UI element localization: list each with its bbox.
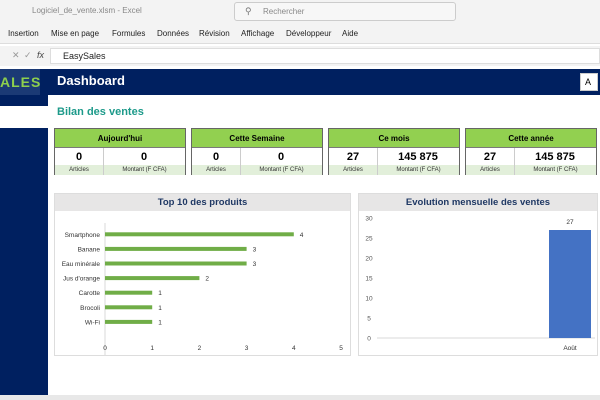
- sidebar: [0, 95, 48, 395]
- card-articles: 27: [483, 151, 497, 163]
- search-box[interactable]: ⚲ Rechercher: [234, 2, 456, 21]
- x-tick-label: 3: [245, 345, 249, 352]
- card-montant: 0: [140, 151, 148, 163]
- monthly-sales-plot: 0 5 10 15 20 25 30 27 Août: [365, 216, 595, 352]
- tab-affichage[interactable]: Affichage: [241, 29, 274, 38]
- card-articles: 27: [346, 151, 360, 163]
- tab-formules[interactable]: Formules: [112, 29, 145, 38]
- bar: [105, 261, 247, 266]
- top-products-plot: Smartphone 4 Banane 3 Eau minérale 3 Jus d'ora…: [62, 223, 343, 355]
- card-montant-label: Montant (F CFA): [241, 165, 322, 175]
- tab-mise-en-page[interactable]: Mise en page: [51, 29, 99, 38]
- formula-input[interactable]: EasySales: [50, 48, 600, 64]
- y-tick-label: 20: [365, 256, 373, 263]
- y-tick-label: 15: [365, 276, 373, 283]
- data-label: 1: [158, 290, 162, 297]
- bar: [549, 230, 591, 338]
- card-articles-label: Articles: [329, 165, 377, 175]
- category-label: Carotte: [79, 290, 101, 297]
- top-products-chart: Top 10 des produits Smartphone 4 Banane 3 Ea…: [54, 193, 351, 356]
- data-label: 3: [253, 246, 257, 253]
- status-bar: [0, 395, 600, 400]
- ribbon-tabs: Insertion Mise en page Formules Données …: [0, 24, 600, 44]
- bar: [105, 276, 200, 281]
- data-label: 27: [566, 219, 574, 226]
- category-label: Jus d'orange: [63, 276, 100, 283]
- card-montant: 145 875: [535, 151, 575, 163]
- chart-title: Evolution mensuelle des ventes: [359, 194, 597, 211]
- y-tick-label: 25: [365, 236, 373, 243]
- bar: [105, 246, 247, 251]
- chart-title: Top 10 des produits: [55, 194, 350, 211]
- category-label: Eau minérale: [62, 261, 101, 268]
- tab-insertion[interactable]: Insertion: [8, 29, 39, 38]
- x-tick-label: 4: [292, 345, 296, 352]
- search-icon: ⚲: [245, 6, 252, 16]
- y-tick-label: 0: [367, 336, 371, 343]
- card-montant-label: Montant (F CFA): [378, 165, 459, 175]
- section-title: Bilan des ventes: [57, 106, 144, 118]
- header-button[interactable]: A: [580, 73, 598, 91]
- window-title: Logiciel_de_vente.xlsm - Excel: [32, 6, 142, 15]
- x-tick-label: 5: [339, 345, 343, 352]
- tab-aide[interactable]: Aide: [342, 29, 358, 38]
- card-today: Aujourd'hui 0 0 Articles Montant (F CFA): [54, 128, 186, 175]
- y-tick-label: 30: [365, 216, 373, 223]
- card-montant: 0: [277, 151, 285, 163]
- monthly-sales-chart: Evolution mensuelle des ventes 0 5 10 15 20 2…: [358, 193, 598, 356]
- card-title: Cette année: [466, 129, 596, 148]
- card-montant-label: Montant (F CFA): [515, 165, 596, 175]
- confirm-icon[interactable]: ✓: [24, 50, 32, 61]
- function-icon[interactable]: fx: [37, 50, 44, 60]
- bar: [105, 232, 294, 237]
- tab-revision[interactable]: Révision: [199, 29, 230, 38]
- cancel-icon[interactable]: ✕: [12, 50, 20, 61]
- card-articles-label: Articles: [55, 165, 103, 175]
- x-tick-label: 1: [150, 345, 154, 352]
- data-label: 3: [253, 261, 257, 268]
- x-tick-label: 0: [103, 345, 107, 352]
- x-tick-label: 2: [198, 345, 202, 352]
- card-articles-label: Articles: [192, 165, 240, 175]
- data-label: 2: [205, 276, 209, 283]
- card-articles-label: Articles: [466, 165, 514, 175]
- category-label: Banane: [78, 246, 101, 253]
- y-tick-label: 10: [365, 296, 373, 303]
- card-title: Aujourd'hui: [55, 129, 185, 148]
- formula-bar: ✕ ✓ fx EasySales: [0, 46, 600, 66]
- card-articles: 0: [75, 151, 83, 163]
- x-tick-label: Août: [563, 345, 577, 352]
- card-week: Cette Semaine 0 0 Articles Montant (F CF…: [191, 128, 323, 175]
- card-articles: 0: [212, 151, 220, 163]
- tab-developpeur[interactable]: Développeur: [286, 29, 331, 38]
- sidebar-item-active[interactable]: [0, 106, 48, 128]
- app-logo: ALES: [0, 69, 40, 95]
- category-label: Wi-Fi: [85, 319, 100, 326]
- card-montant-label: Montant (F CFA): [104, 165, 185, 175]
- data-label: 4: [300, 232, 304, 239]
- data-label: 1: [158, 305, 162, 312]
- card-year: Cette année 27 145 875 Articles Montant …: [465, 128, 597, 175]
- category-label: Brocoli: [80, 305, 100, 312]
- category-label: Smartphone: [65, 232, 101, 239]
- search-placeholder: Rechercher: [263, 7, 305, 16]
- page-title: Dashboard: [57, 73, 125, 88]
- card-title: Ce mois: [329, 129, 459, 148]
- bar: [105, 305, 153, 310]
- card-montant: 145 875: [398, 151, 438, 163]
- data-label: 1: [158, 319, 162, 326]
- bar: [105, 319, 153, 324]
- card-title: Cette Semaine: [192, 129, 322, 148]
- bar: [105, 290, 153, 295]
- card-month: Ce mois 27 145 875 Articles Montant (F C…: [328, 128, 460, 175]
- y-tick-label: 5: [367, 316, 371, 323]
- tab-donnees[interactable]: Données: [157, 29, 189, 38]
